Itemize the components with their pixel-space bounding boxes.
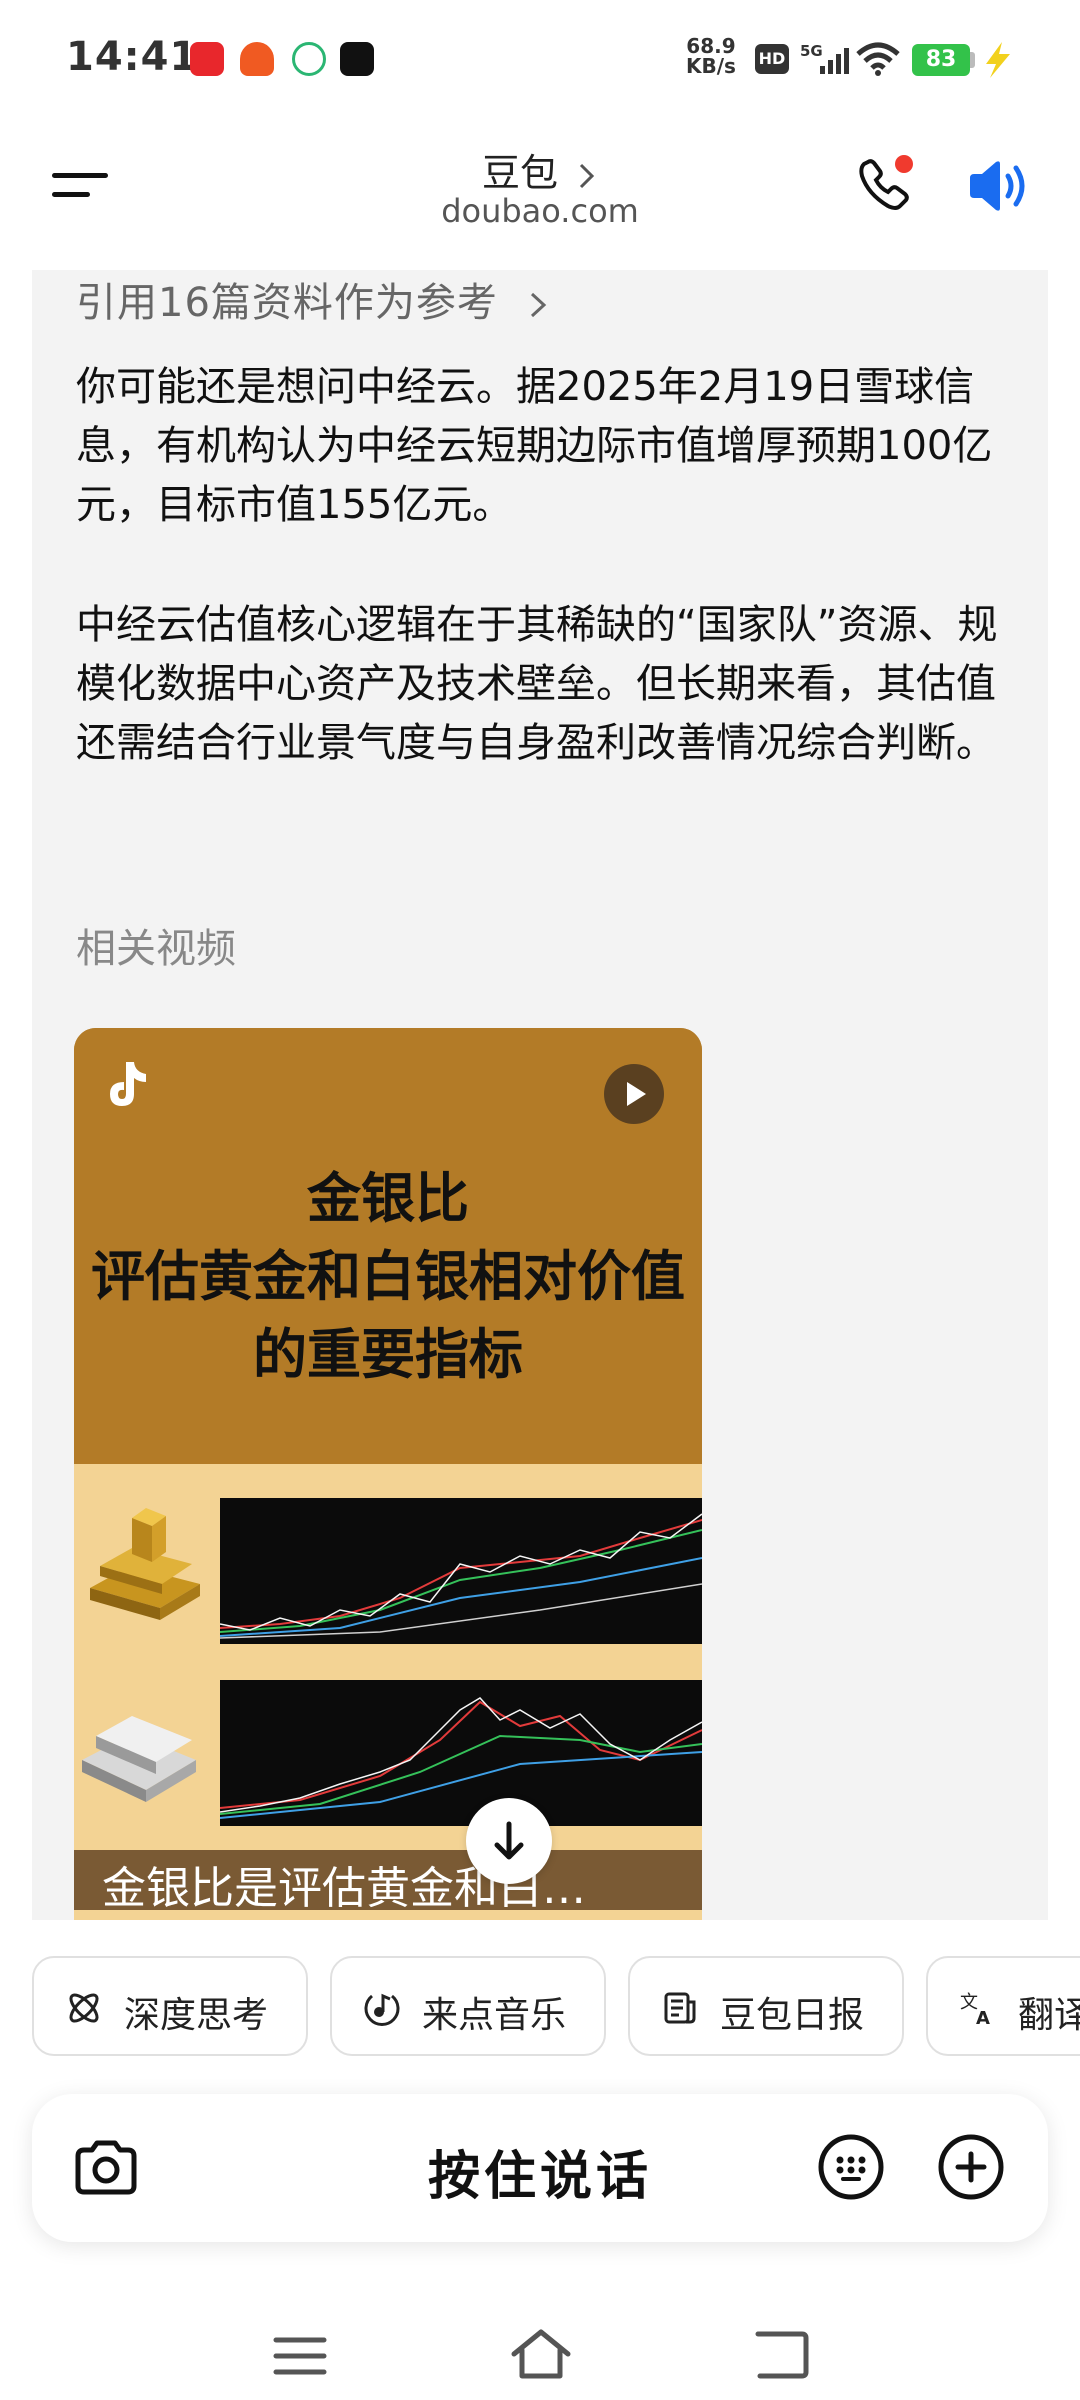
newspaper-icon [664, 1992, 696, 2024]
keyboard-icon [818, 2134, 884, 2200]
video-cover-top: 金银比 评估黄金和白银相对价值 的重要指标 [74, 1028, 702, 1464]
home-button[interactable] [508, 2326, 574, 2382]
related-videos-label: 相关视频 [76, 926, 236, 972]
recent-apps-button[interactable] [272, 2334, 328, 2378]
menu-button[interactable] [52, 168, 110, 208]
wifi-icon [856, 42, 900, 76]
phone-call-button[interactable] [850, 150, 920, 220]
system-nav-bar [0, 2290, 1080, 2400]
chip-daily-report[interactable]: 豆包日报 [628, 1956, 904, 2056]
references-link[interactable]: 引用16篇资料作为参考 [76, 270, 550, 328]
silver-bars-image [82, 1716, 196, 1802]
add-button[interactable] [936, 2132, 1006, 2202]
network-speed: 68.9 KB/s [686, 34, 736, 78]
tiktok-notification-icon [340, 42, 374, 76]
gold-price-chart [219, 1498, 702, 1644]
scroll-down-button[interactable] [466, 1798, 552, 1884]
voice-input-bar: 按住说话 [32, 2094, 1048, 2242]
chevron-right-icon [579, 163, 595, 188]
music-icon [364, 1993, 400, 2026]
play-icon [627, 1082, 646, 1106]
keyboard-button[interactable] [816, 2132, 886, 2202]
speaker-icon [970, 161, 1025, 211]
phone-icon [859, 155, 913, 210]
answer-paragraph: 中经云估值核心逻辑在于其稀缺的“国家队”资源、规模化数据中心资产及技术壁垒。但长… [76, 602, 998, 766]
back-button[interactable] [752, 2328, 812, 2382]
signal-icon: 5G [800, 42, 849, 74]
app-notification-icon [292, 42, 326, 76]
app-header: 豆包 doubao.com [0, 120, 1080, 270]
battery-tip [970, 52, 975, 68]
video-cover-title: 金银比 [307, 1167, 469, 1230]
arrow-down-icon [494, 1821, 524, 1860]
chat-title[interactable]: 豆包 [440, 142, 640, 197]
hold-to-talk-button[interactable]: 按住说话 [32, 2134, 1048, 2209]
chevron-right-icon [530, 292, 546, 318]
svg-text:5G: 5G [800, 42, 823, 60]
chip-music[interactable]: 来点音乐 [330, 1956, 606, 2056]
chat-message-area[interactable]: 引用16篇资料作为参考 你可能还是想问中经云。据2025年2月19日雪球信息，有… [32, 270, 1048, 1920]
translate-icon: 文 A [960, 1992, 990, 2028]
chip-deep-thinking[interactable]: 深度思考 [32, 1956, 308, 2056]
app-notification-icon [190, 42, 224, 76]
charging-icon [986, 42, 1010, 78]
app-notification-icon [240, 42, 274, 76]
answer-paragraph: 你可能还是想问中经云。据2025年2月19日雪球信息，有机构认为中经云短期边际市… [76, 364, 993, 528]
silver-price-chart [219, 1680, 702, 1826]
plus-icon [938, 2134, 1004, 2200]
play-button[interactable] [604, 1064, 664, 1124]
chip-translate[interactable]: 文 A 翻译 [926, 1956, 1080, 2056]
speaker-button[interactable] [962, 150, 1034, 222]
video-cover-title: 的重要指标 [253, 1323, 523, 1386]
video-card[interactable]: 金银比 评估黄金和白银相对价值 的重要指标 金银比是评估黄金和白… [74, 1028, 702, 1920]
video-cover-title: 评估黄金和白银相对价值 [91, 1245, 685, 1308]
gold-bars-image [90, 1508, 200, 1620]
chat-subtitle: doubao.com [441, 192, 639, 230]
atom-icon [69, 1993, 99, 2023]
svg-text:A: A [976, 2008, 990, 2028]
notification-dot [895, 155, 913, 173]
battery-indicator: 83 [912, 44, 970, 76]
menu-icon [52, 173, 108, 178]
quick-action-chips: 深度思考 来点音乐 豆包日报 文 A 翻译 [0, 1952, 1080, 2060]
tiktok-logo-icon [110, 1062, 146, 1106]
hd-badge: HD [755, 44, 789, 74]
status-bar: 14:41 68.9 KB/s HD 5G 83 [0, 0, 1080, 120]
status-time: 14:41 [66, 34, 199, 80]
